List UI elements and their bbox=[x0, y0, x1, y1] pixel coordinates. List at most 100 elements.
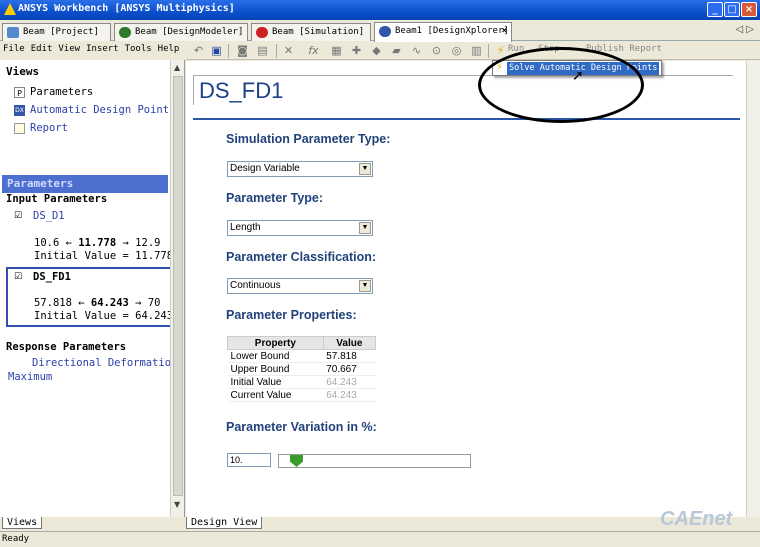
run-bolt-icon[interactable]: ⚡ bbox=[494, 44, 507, 57]
variation-input[interactable]: 10. bbox=[227, 453, 271, 467]
toolbar-separator bbox=[488, 44, 489, 58]
property-name: Lower Bound bbox=[227, 349, 324, 363]
tab-designxplorer[interactable]: Beam1 [DesignXplorer] × bbox=[374, 22, 512, 42]
param-range-ds-fd1: 57.818 ← 64.243 → 70 bbox=[34, 297, 160, 309]
sample-icon[interactable]: ✚ bbox=[350, 44, 363, 57]
properties-table: Property Value Lower Bound 57.818 Upper … bbox=[227, 336, 377, 402]
param-initial-ds-fd1: Initial Value = 64.243 bbox=[34, 310, 174, 322]
property-value: 64.243 bbox=[323, 375, 376, 389]
left-pane: Views P Parameters DX Automatic Design P… bbox=[0, 60, 185, 517]
mouse-cursor-icon: ➚ bbox=[572, 68, 584, 84]
ansys-logo-icon bbox=[4, 3, 16, 15]
classification-label: Parameter Classification: bbox=[226, 250, 377, 264]
project-icon bbox=[7, 27, 19, 38]
property-value[interactable]: 70.667 bbox=[323, 362, 376, 376]
response-icon[interactable]: ◆ bbox=[370, 44, 383, 57]
property-value[interactable]: 57.818 bbox=[323, 349, 376, 363]
views-item-report[interactable]: Report bbox=[30, 122, 68, 134]
sim-type-label: Simulation Parameter Type: bbox=[226, 132, 391, 146]
views-tab-label[interactable]: Views bbox=[2, 517, 43, 529]
variation-label: Parameter Variation in %: bbox=[226, 420, 377, 434]
minimize-button[interactable]: _ bbox=[707, 2, 723, 17]
surface-icon[interactable]: ▰ bbox=[390, 44, 403, 57]
properties-label: Parameter Properties: bbox=[226, 308, 357, 322]
delete-icon[interactable]: ✕ bbox=[282, 44, 295, 57]
param-high: → 70 bbox=[135, 297, 161, 309]
function-icon[interactable]: fx bbox=[307, 44, 320, 57]
checkbox-ds-d1[interactable]: ☑ bbox=[14, 212, 23, 221]
property-name: Initial Value bbox=[227, 375, 324, 389]
menu-view[interactable]: View bbox=[55, 42, 83, 56]
scroll-thumb[interactable] bbox=[173, 76, 183, 496]
page-title: DS_FD1 bbox=[193, 75, 733, 105]
title-bar: ANSYS Workbench [ANSYS Multiphysics] _ □… bbox=[0, 0, 760, 20]
views-item-parameters[interactable]: Parameters bbox=[30, 86, 93, 98]
parameters-header: Parameters bbox=[2, 175, 168, 193]
print-icon[interactable]: ▤ bbox=[256, 44, 269, 57]
title-divider bbox=[193, 118, 740, 120]
chevron-down-icon[interactable]: ▼ bbox=[359, 222, 371, 234]
chevron-down-icon[interactable]: ▼ bbox=[359, 163, 371, 175]
checkbox-ds-fd1[interactable]: ☑ bbox=[14, 273, 23, 282]
param-type-select[interactable]: Length ▼ bbox=[227, 220, 373, 236]
save-icon[interactable]: ▣ bbox=[210, 44, 223, 57]
tab-scroll-arrows[interactable]: ◁ ▷ bbox=[735, 24, 754, 35]
param-name-ds-d1[interactable]: DS_D1 bbox=[33, 210, 65, 222]
parameters-icon: P bbox=[14, 87, 25, 98]
scroll-up-icon[interactable]: ▲ bbox=[174, 63, 180, 72]
status-text: Ready bbox=[2, 534, 30, 544]
views-item-automatic-design-points[interactable]: Automatic Design Points bbox=[30, 104, 175, 116]
close-button[interactable]: × bbox=[741, 2, 757, 17]
chart-icon[interactable]: ▦ bbox=[330, 44, 343, 57]
tab-simulation[interactable]: Beam [Simulation] bbox=[251, 23, 371, 41]
toolbar-separator bbox=[276, 44, 277, 58]
menu-tools[interactable]: Tools bbox=[122, 42, 155, 56]
main-scrollbar[interactable] bbox=[746, 61, 760, 517]
design-points-icon: DX bbox=[14, 105, 25, 116]
table-header-row: Property Value bbox=[227, 336, 377, 350]
tab-designmodeler[interactable]: Beam [DesignModeler] bbox=[114, 23, 248, 41]
run-button[interactable]: Run bbox=[508, 44, 524, 54]
response-param-deformation[interactable]: Directional Deformation bbox=[32, 357, 177, 369]
status-bar: Ready bbox=[0, 531, 760, 547]
param-low: 57.818 ← bbox=[34, 297, 85, 309]
menu-insert[interactable]: Insert bbox=[83, 42, 122, 56]
curve-icon[interactable]: ∿ bbox=[410, 44, 423, 57]
slider-knob[interactable] bbox=[290, 455, 303, 467]
chevron-down-icon[interactable]: ▼ bbox=[359, 280, 371, 292]
window-title: ANSYS Workbench [ANSYS Multiphysics] bbox=[18, 3, 235, 14]
param-high: → 12.9 bbox=[122, 237, 161, 249]
menu-edit[interactable]: Edit bbox=[28, 42, 56, 56]
views-sheet-tab[interactable]: Views bbox=[2, 517, 185, 530]
menu-help[interactable]: Help bbox=[155, 42, 183, 56]
left-scrollbar[interactable]: ▲ ▼ bbox=[170, 60, 184, 517]
back-icon[interactable]: ↶ bbox=[192, 44, 205, 57]
input-parameters-title: Input Parameters bbox=[6, 193, 108, 205]
variation-slider[interactable] bbox=[278, 454, 471, 468]
menu-file[interactable]: File bbox=[0, 42, 28, 56]
optimize-icon[interactable]: ⊙ bbox=[430, 44, 443, 57]
stats-icon[interactable]: ▥ bbox=[470, 44, 483, 57]
sim-type-select[interactable]: Design Variable ▼ bbox=[227, 161, 373, 177]
menu-bar: File Edit View Insert Tools Help bbox=[0, 42, 185, 59]
param-initial-ds-d1: Initial Value = 11.778 bbox=[34, 250, 174, 262]
bolt-icon: ⚡ bbox=[496, 62, 504, 73]
camera-icon[interactable]: ◙ bbox=[236, 44, 249, 57]
tab-close-icon[interactable]: × bbox=[502, 23, 507, 39]
param-value[interactable]: 11.778 bbox=[78, 237, 116, 249]
table-row: Initial Value 64.243 bbox=[227, 375, 376, 389]
publish-report-button[interactable]: Publish Report bbox=[586, 44, 662, 54]
design-view-tab-label[interactable]: Design View bbox=[186, 517, 263, 529]
views-title: Views bbox=[6, 65, 40, 78]
scroll-down-icon[interactable]: ▼ bbox=[174, 500, 180, 509]
tab-project[interactable]: Beam [Project] bbox=[2, 23, 111, 41]
select-value: Continuous bbox=[230, 280, 281, 291]
response-param-maximum[interactable]: Maximum bbox=[8, 371, 52, 383]
watermark-logo: CAEnet bbox=[660, 508, 733, 530]
target-icon[interactable]: ◎ bbox=[450, 44, 463, 57]
param-name-ds-fd1[interactable]: DS_FD1 bbox=[33, 271, 71, 283]
maximize-button[interactable]: □ bbox=[724, 2, 740, 17]
classification-select[interactable]: Continuous ▼ bbox=[227, 278, 373, 294]
stop-button[interactable]: Stop bbox=[538, 44, 560, 54]
param-value[interactable]: 64.243 bbox=[91, 297, 129, 309]
